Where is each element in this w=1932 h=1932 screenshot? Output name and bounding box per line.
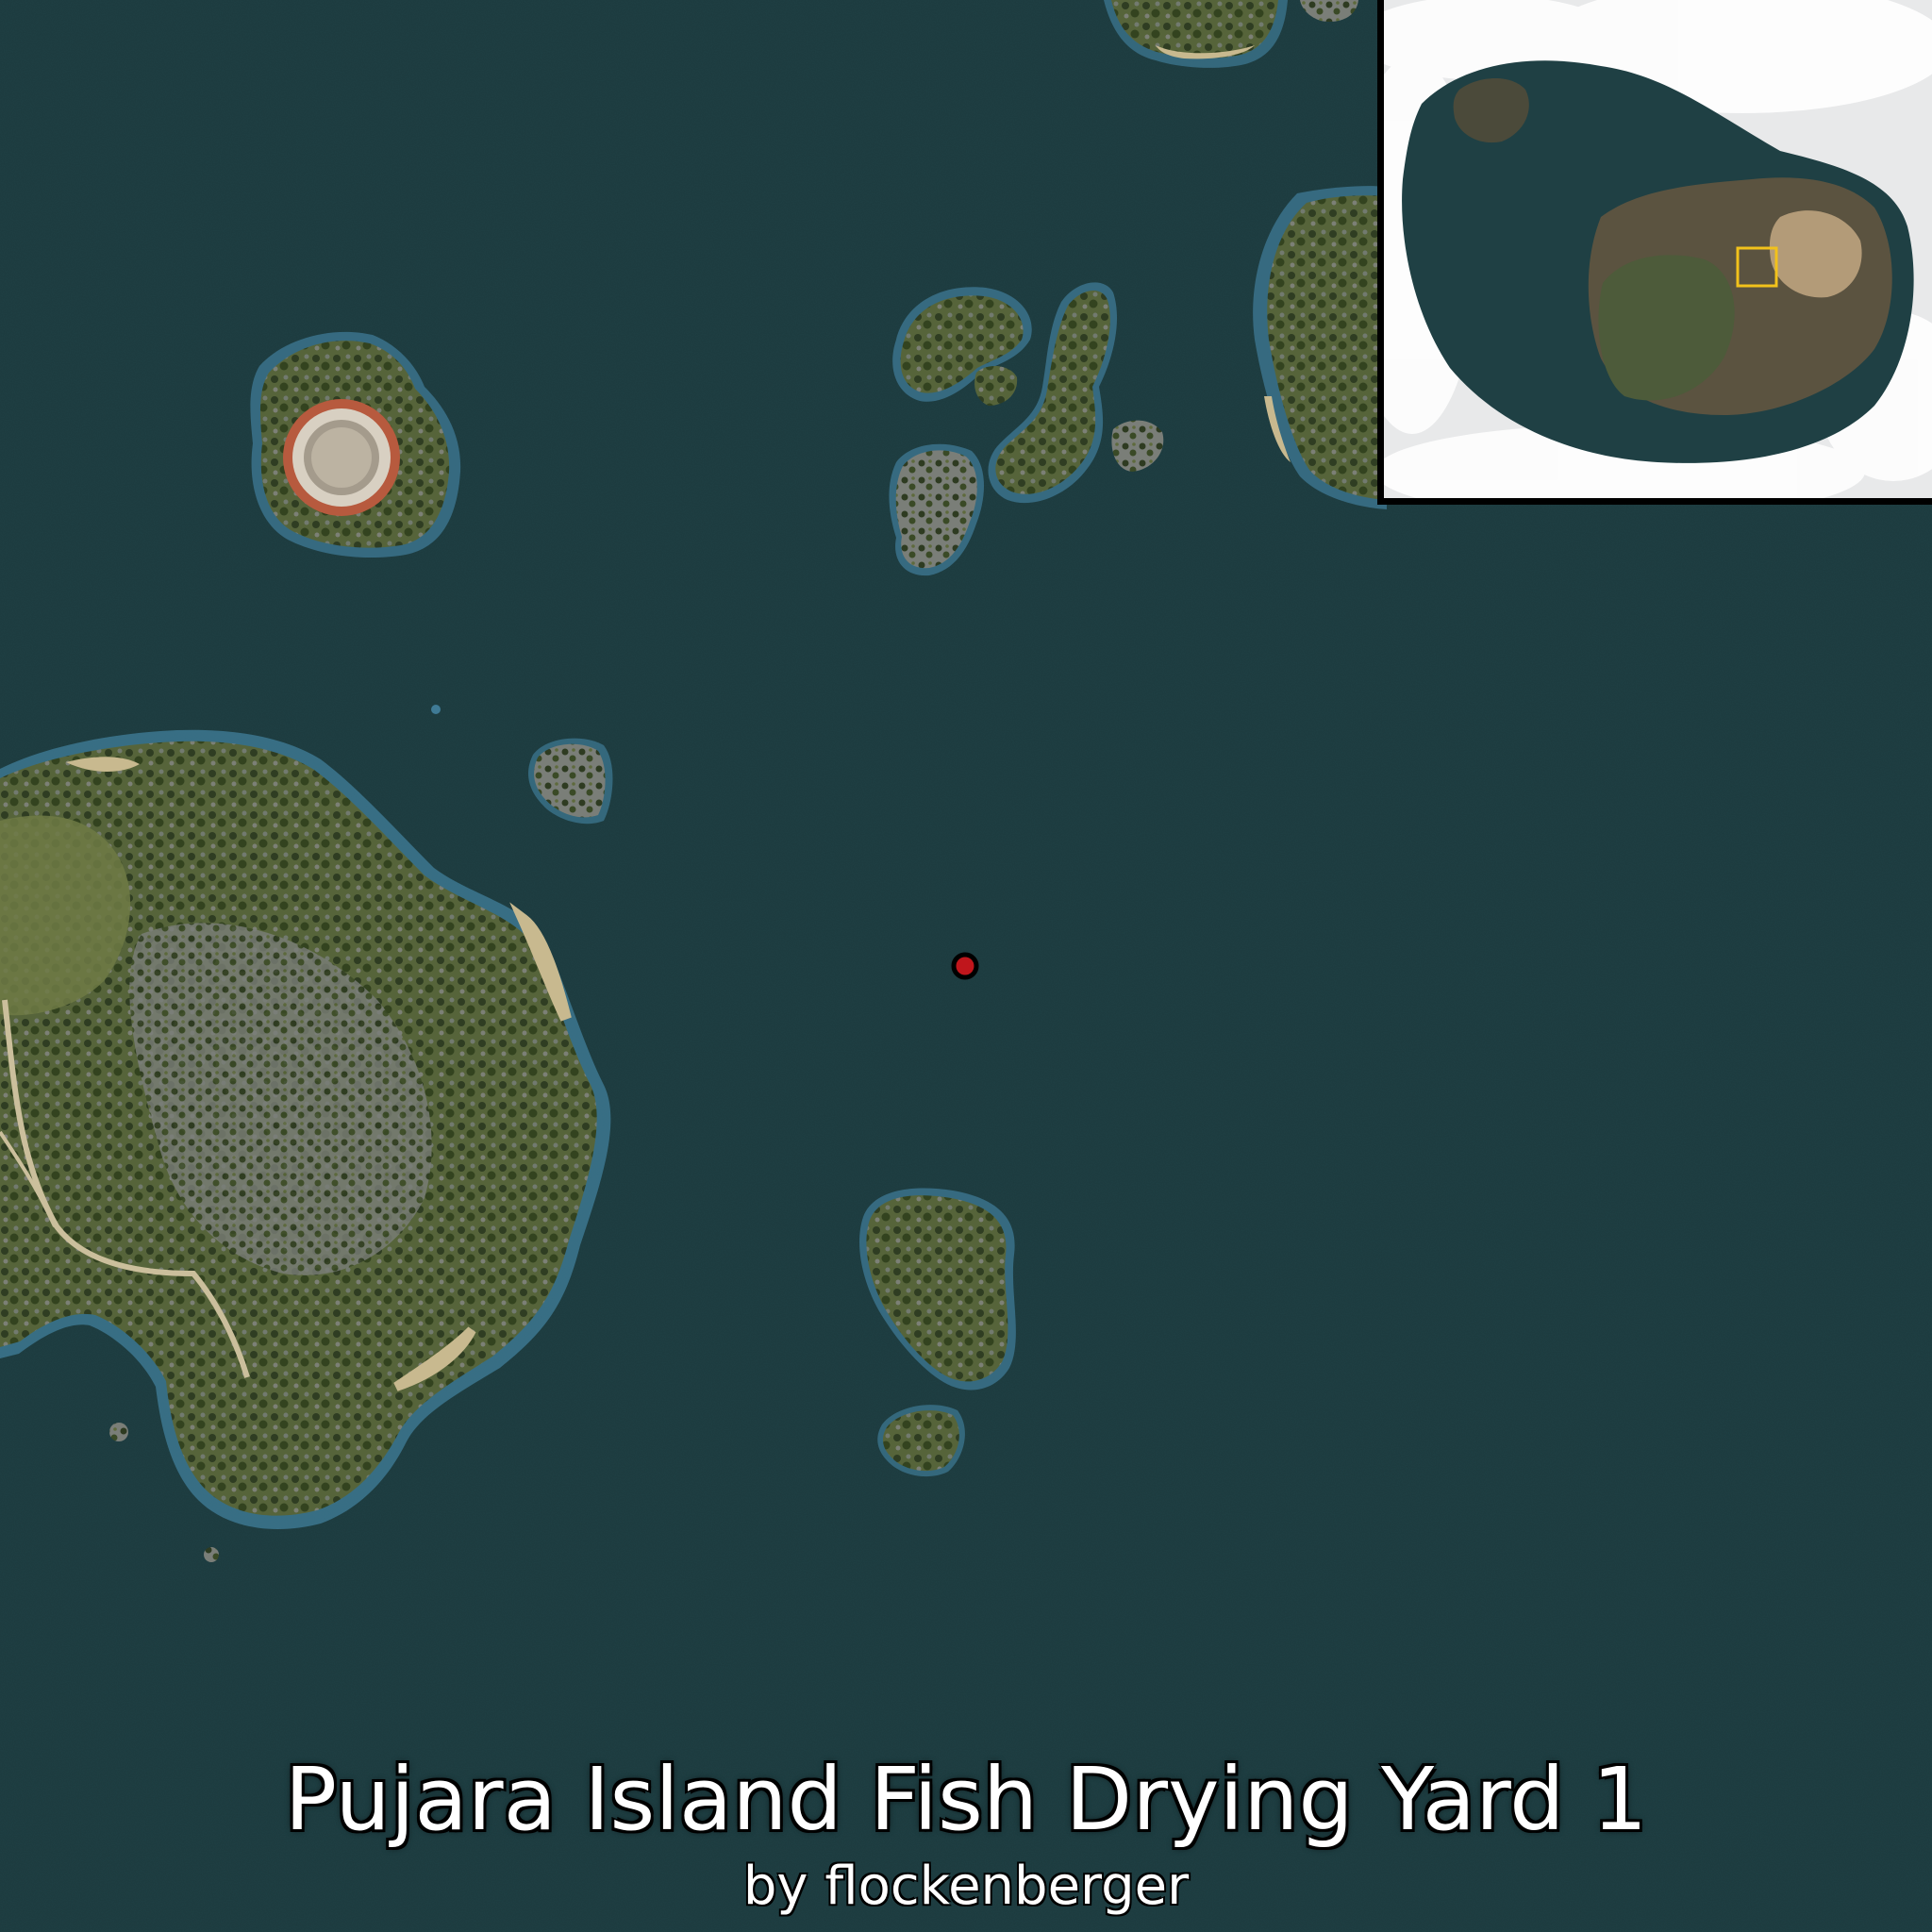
minimap[interactable] — [1377, 0, 1932, 505]
arena-structure — [283, 399, 400, 516]
map-title: Pujara Island Fish Drying Yard 1 — [284, 1749, 1648, 1850]
minimap-canvas — [1384, 0, 1932, 498]
location-dot-icon — [951, 952, 979, 980]
location-marker[interactable] — [951, 952, 979, 980]
map-author: by flockenberger — [742, 1856, 1190, 1917]
